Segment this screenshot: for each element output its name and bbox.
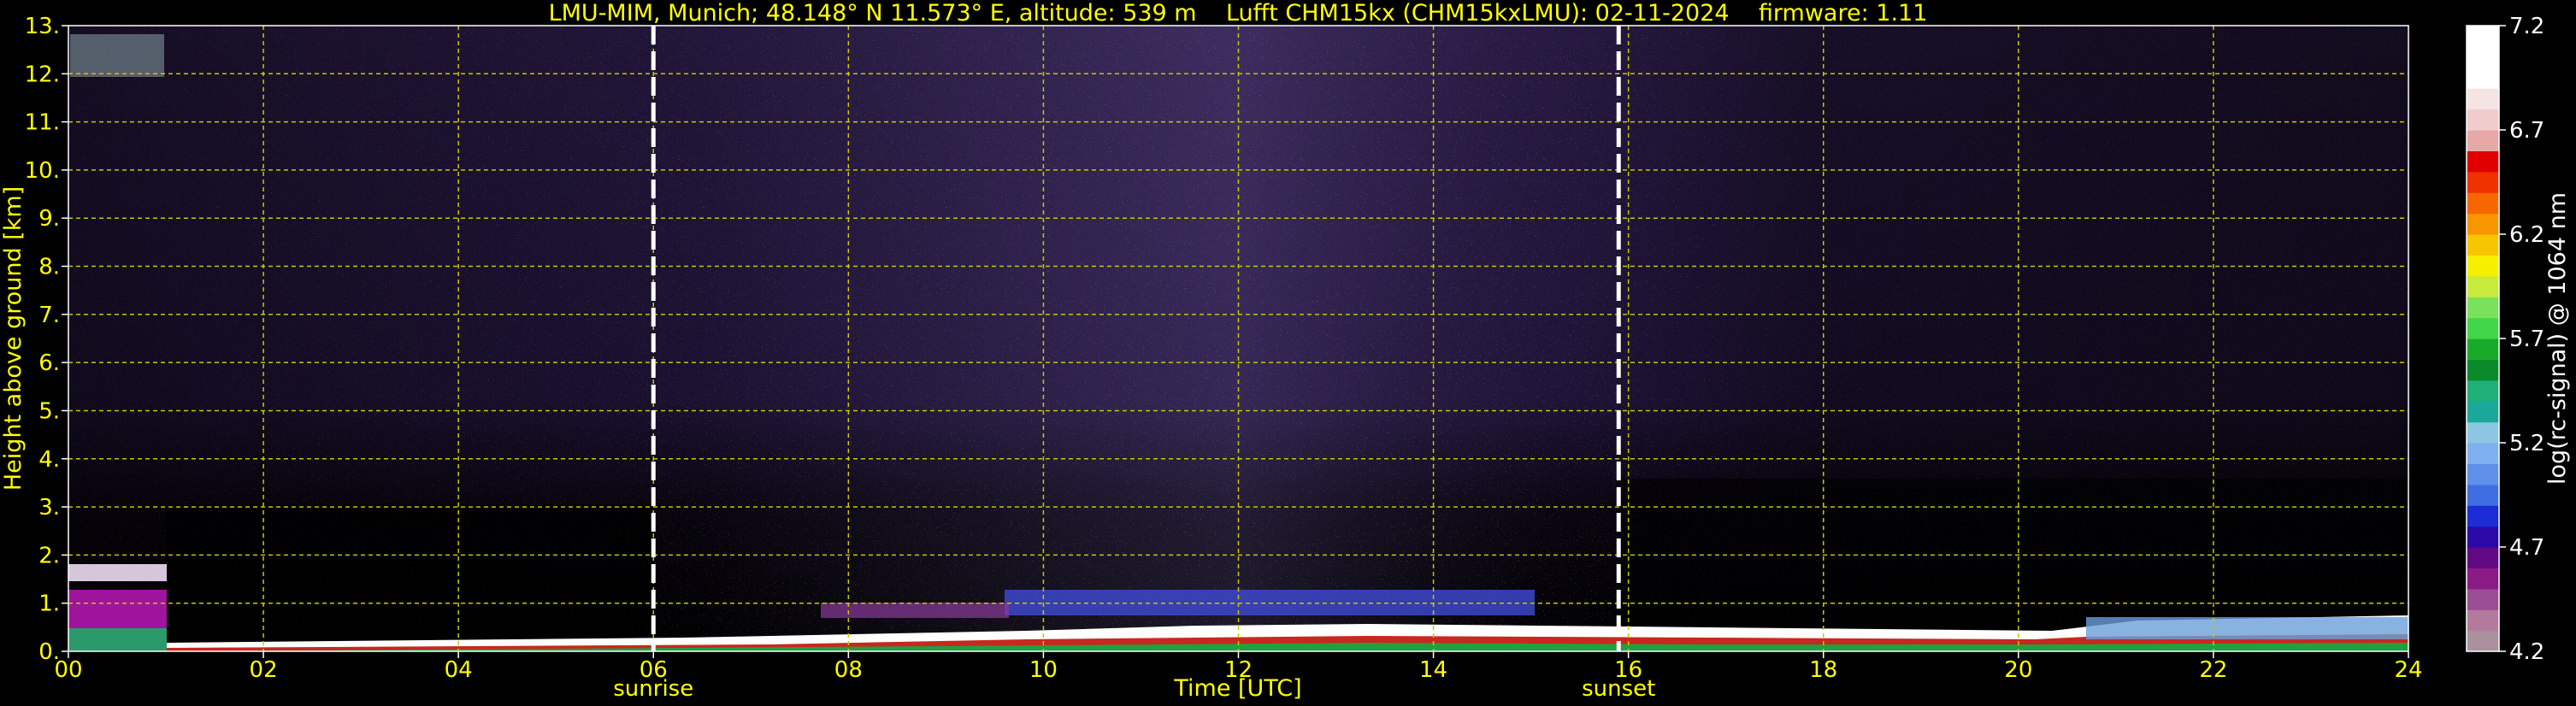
colorbar-band bbox=[2467, 463, 2499, 485]
y-axis: 0.1.2.3.4.5.6.7.8.9.10.11.12.13. bbox=[25, 14, 68, 665]
x-tick-label: 08 bbox=[834, 657, 863, 683]
x-tick-label: 20 bbox=[2004, 657, 2032, 683]
y-tick-label: 8. bbox=[38, 255, 60, 280]
colorbar-band bbox=[2467, 505, 2499, 527]
colorbar-band bbox=[2467, 630, 2499, 652]
colorbar-band bbox=[2467, 484, 2499, 506]
x-tick-label: 24 bbox=[2394, 657, 2422, 683]
y-axis-label: Height above ground [km] bbox=[0, 186, 27, 491]
colorbar-band bbox=[2467, 297, 2499, 319]
y-tick-label: 2. bbox=[38, 543, 60, 568]
colorbar-band bbox=[2467, 213, 2499, 235]
colorbar-band bbox=[2467, 255, 2499, 277]
y-tick-label: 7. bbox=[38, 303, 60, 328]
colorbar-tick-label: 6.7 bbox=[2509, 118, 2544, 144]
colorbar-band bbox=[2467, 443, 2499, 464]
colorbar-tick-label: 6.2 bbox=[2509, 222, 2544, 248]
colorbar-band bbox=[2467, 67, 2499, 89]
low-signal-region-morning bbox=[167, 504, 654, 650]
chart-title: LMU-MIM, Munich; 48.148° N 11.573° E, al… bbox=[549, 0, 1928, 26]
y-tick-label: 4. bbox=[38, 447, 60, 473]
y-tick-label: 12. bbox=[25, 62, 60, 87]
colorbar-band bbox=[2467, 421, 2499, 444]
x-tick-label: 00 bbox=[54, 657, 82, 683]
colorbar-tick-label: 5.2 bbox=[2509, 431, 2544, 456]
boundary-layer-early-3 bbox=[68, 628, 167, 651]
colorbar-band bbox=[2467, 46, 2499, 68]
colorbar-band bbox=[2467, 130, 2499, 151]
x-tick-label: 14 bbox=[1419, 657, 1447, 683]
colorbar-tick-label: 7.2 bbox=[2509, 14, 2544, 39]
colorbar-band bbox=[2467, 26, 2499, 47]
colorbar-band bbox=[2467, 359, 2499, 381]
boundary-layer-early bbox=[68, 564, 167, 581]
x-tick-label: 16 bbox=[1614, 657, 1642, 683]
y-tick-label: 10. bbox=[25, 158, 60, 184]
colorbar-bands bbox=[2467, 26, 2499, 652]
colorbar: 4.2 4.7 5.2 5.7 6.2 6.7 7.2 log(rc-signal) @ 1… bbox=[2466, 14, 2571, 665]
colorbar-tick-label: 4.2 bbox=[2509, 639, 2544, 665]
colorbar-band bbox=[2467, 150, 2499, 173]
colorbar-band bbox=[2467, 275, 2499, 297]
colorbar-band bbox=[2467, 171, 2499, 193]
colorbar-band bbox=[2467, 109, 2499, 131]
y-tick-label: 1. bbox=[38, 591, 60, 617]
y-tick-label: 9. bbox=[38, 206, 60, 232]
colorbar-band bbox=[2467, 609, 2499, 632]
colorbar-tick-label: 5.7 bbox=[2509, 327, 2544, 352]
y-tick-label: 13. bbox=[25, 14, 60, 39]
colorbar-ticks: 4.2 4.7 5.2 5.7 6.2 6.7 7.2 bbox=[2499, 14, 2544, 665]
x-tick-label: 10 bbox=[1029, 657, 1058, 683]
colorbar-band bbox=[2467, 317, 2499, 339]
colorbar-band bbox=[2467, 379, 2499, 402]
x-tick-label: 22 bbox=[2199, 657, 2227, 683]
x-tick-label: 18 bbox=[1809, 657, 1837, 683]
colorbar-band bbox=[2467, 568, 2499, 590]
x-axis-label: Time [UTC] bbox=[1173, 675, 1301, 702]
colorbar-band bbox=[2467, 547, 2499, 568]
colorbar-band bbox=[2467, 588, 2499, 610]
y-tick-label: 11. bbox=[25, 110, 60, 136]
night-cloud-late bbox=[2086, 617, 2408, 639]
x-tick-label: 04 bbox=[445, 657, 473, 683]
colorbar-band bbox=[2467, 526, 2499, 548]
boundary-layer-early-2 bbox=[68, 590, 167, 628]
colorbar-band bbox=[2467, 234, 2499, 256]
colorbar-band bbox=[2467, 192, 2499, 215]
colorbar-band bbox=[2467, 401, 2499, 423]
y-tick-label: 5. bbox=[38, 398, 60, 424]
y-tick-label: 3. bbox=[38, 495, 60, 521]
x-tick-label: 06 bbox=[640, 657, 668, 683]
colorbar-band bbox=[2467, 88, 2499, 110]
ceilometer-chart: sunrise sunset 0.1.2.3.4.5.6.7.8.9.10.11.… bbox=[0, 0, 2571, 702]
colorbar-band bbox=[2467, 338, 2499, 360]
high-cloud-early bbox=[70, 34, 164, 77]
y-tick-label: 6. bbox=[38, 350, 60, 376]
colorbar-tick-label: 4.7 bbox=[2509, 535, 2544, 561]
colorbar-label: log(rc-signal) @ 1064 nm bbox=[2544, 192, 2571, 485]
x-tick-label: 02 bbox=[250, 657, 278, 683]
